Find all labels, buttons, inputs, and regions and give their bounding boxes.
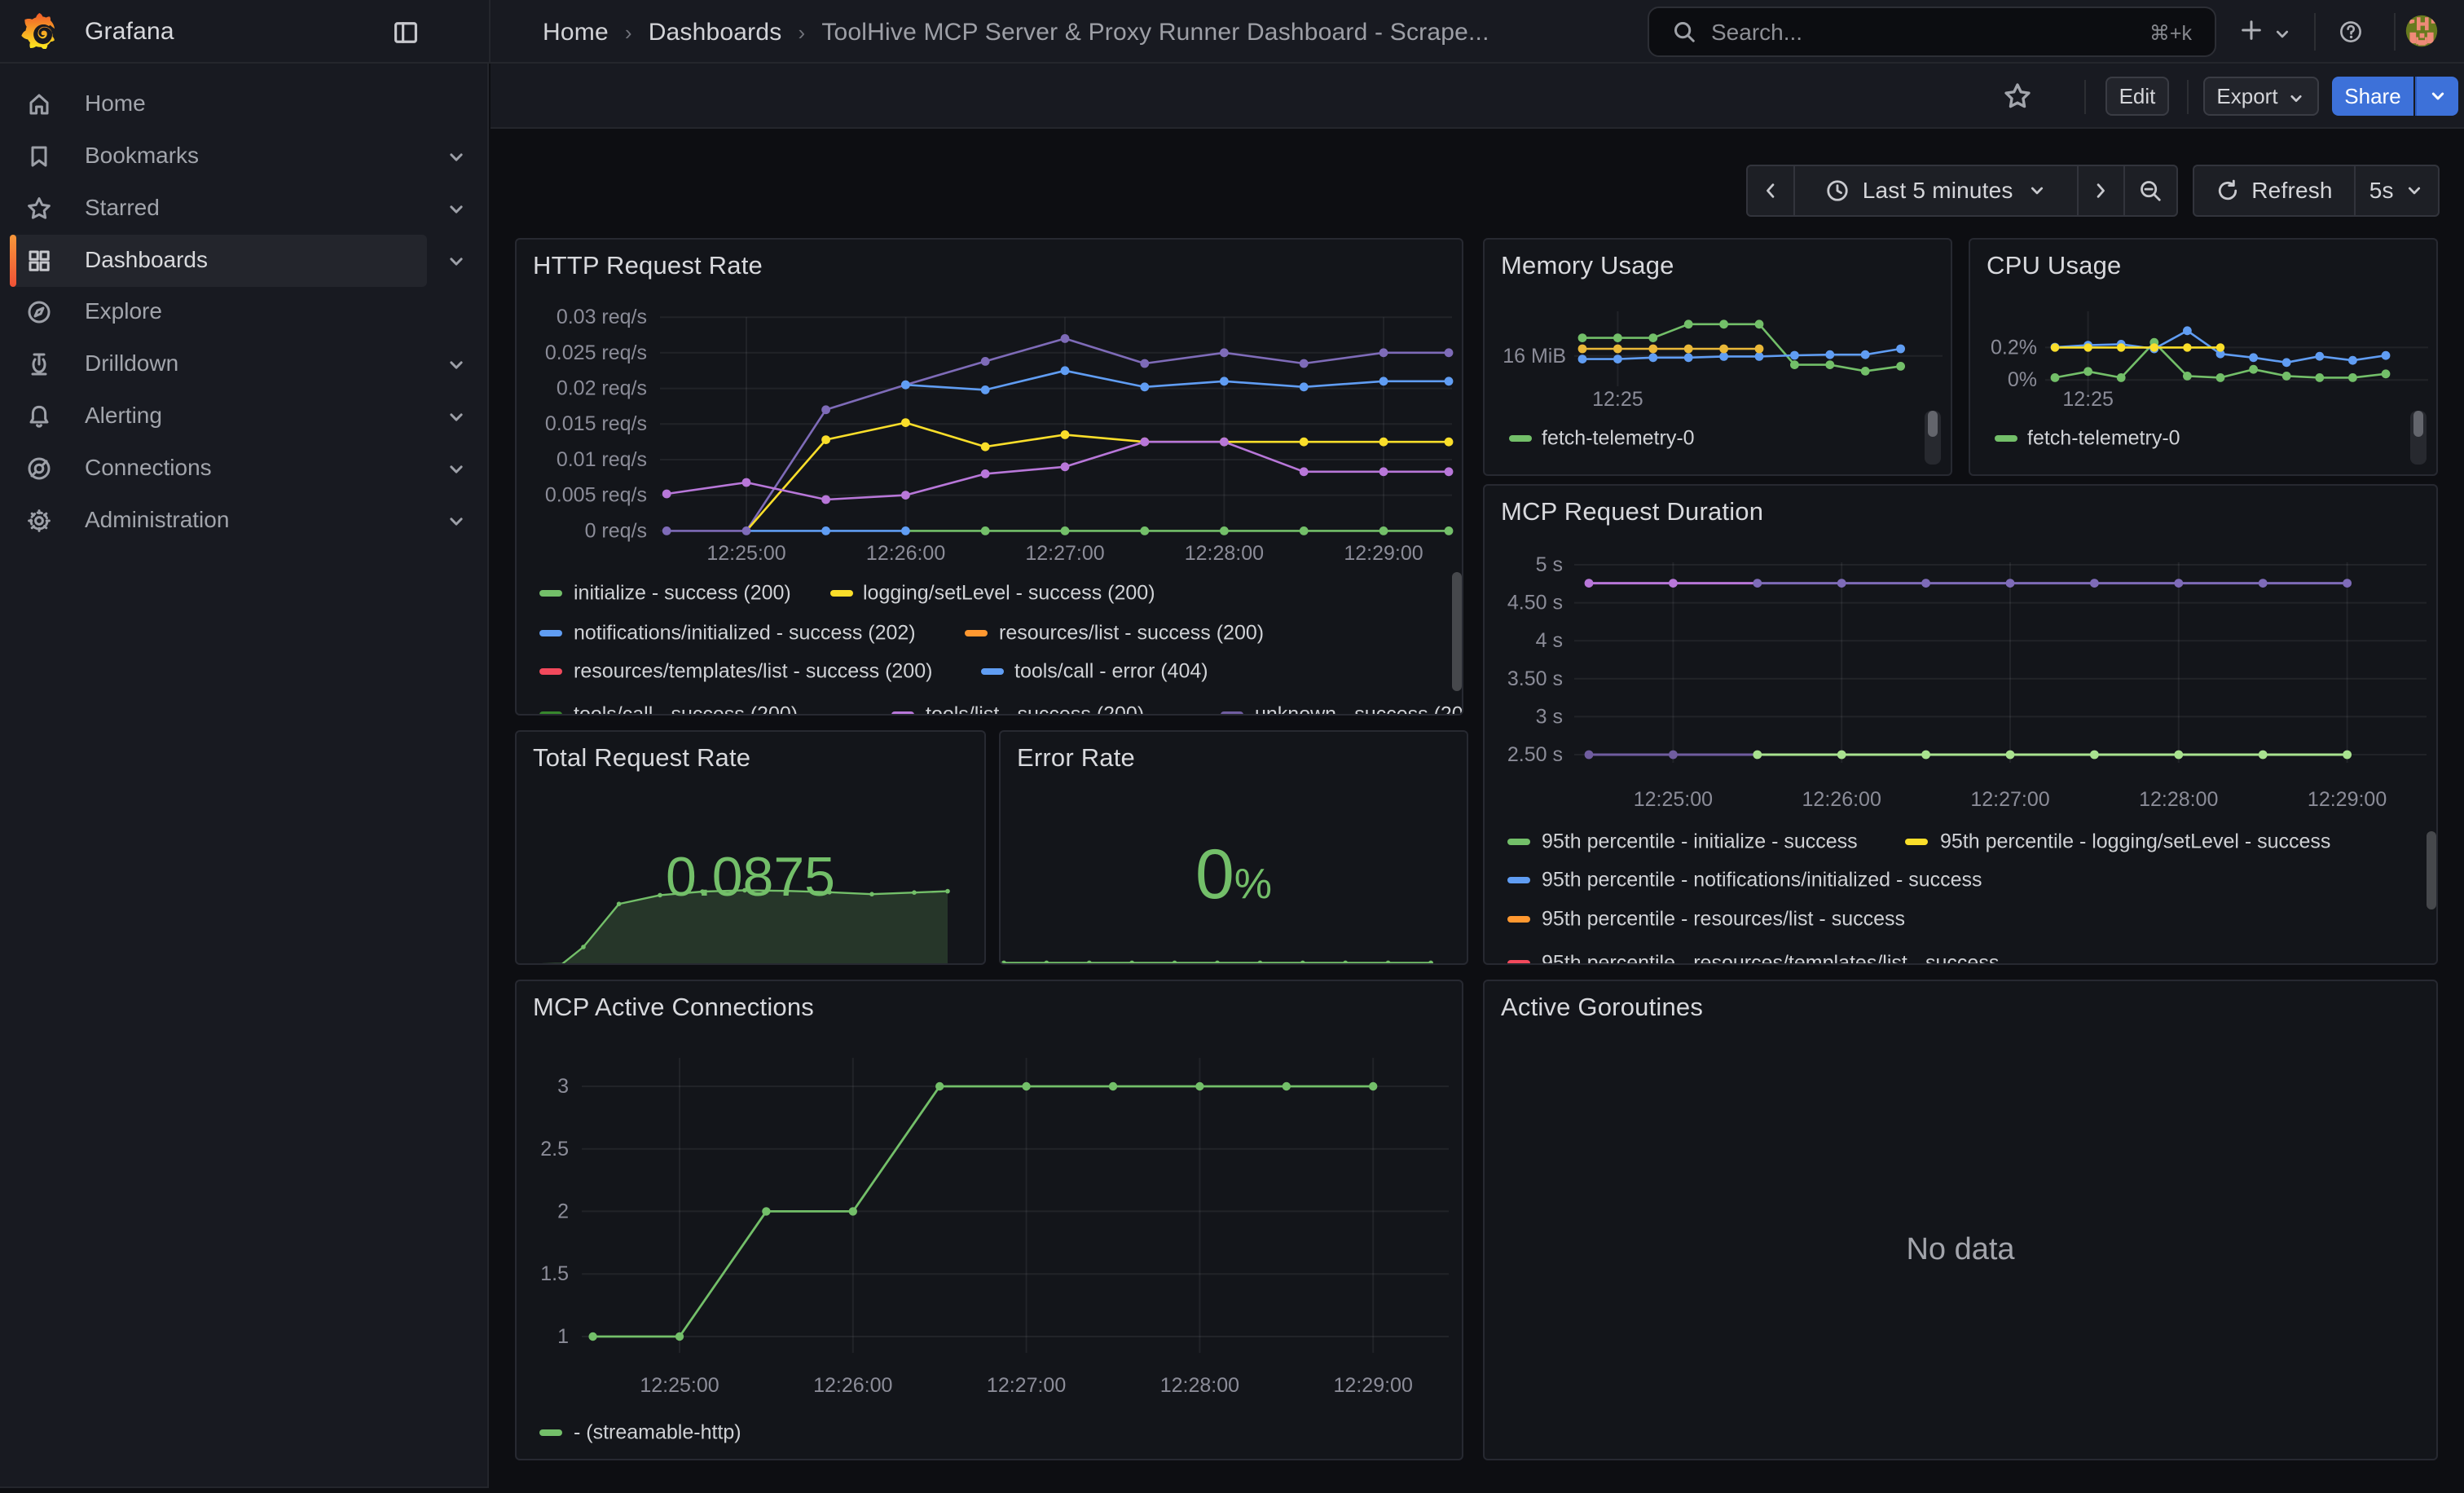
svg-text:1.5: 1.5 [540,1262,569,1285]
svg-text:0.2%: 0.2% [1991,336,2037,359]
svg-text:12:29:00: 12:29:00 [1344,542,1423,565]
svg-text:12:26:00: 12:26:00 [866,542,945,565]
svg-text:0.01 req/s: 0.01 req/s [557,448,647,471]
svg-text:0 req/s: 0 req/s [585,519,647,542]
svg-text:16 MiB: 16 MiB [1503,345,1566,368]
svg-text:12:27:00: 12:27:00 [1025,542,1104,565]
svg-text:2: 2 [557,1200,569,1222]
svg-text:4.50 s: 4.50 s [1507,592,1563,614]
svg-text:12:26:00: 12:26:00 [813,1374,892,1397]
svg-text:12:29:00: 12:29:00 [1334,1374,1413,1397]
svg-text:0.025 req/s: 0.025 req/s [545,341,647,364]
svg-text:2.50 s: 2.50 s [1507,743,1563,766]
svg-text:0.015 req/s: 0.015 req/s [545,412,647,435]
svg-text:0.005 req/s: 0.005 req/s [545,484,647,507]
svg-text:12:28:00: 12:28:00 [2139,788,2218,811]
svg-text:1: 1 [557,1325,569,1348]
svg-text:12:28:00: 12:28:00 [1185,542,1264,565]
svg-text:12:29:00: 12:29:00 [2308,788,2387,811]
svg-text:3.50 s: 3.50 s [1507,667,1563,690]
svg-text:0%: 0% [2008,368,2037,391]
svg-text:4 s: 4 s [1536,629,1563,652]
svg-text:12:25:00: 12:25:00 [706,542,785,565]
svg-text:12:25: 12:25 [2062,388,2114,411]
svg-text:12:27:00: 12:27:00 [987,1374,1066,1397]
svg-text:3: 3 [557,1075,569,1098]
svg-text:12:28:00: 12:28:00 [1160,1374,1239,1397]
svg-text:2.5: 2.5 [540,1138,569,1160]
svg-text:12:25: 12:25 [1592,388,1643,411]
svg-text:12:25:00: 12:25:00 [640,1374,719,1397]
svg-text:12:26:00: 12:26:00 [1802,788,1881,811]
svg-text:0.03 req/s: 0.03 req/s [557,306,647,328]
svg-text:12:27:00: 12:27:00 [1970,788,2049,811]
svg-text:5 s: 5 s [1536,553,1563,576]
svg-text:3 s: 3 s [1536,705,1563,728]
svg-text:12:25:00: 12:25:00 [1634,788,1713,811]
svg-text:0.02 req/s: 0.02 req/s [557,377,647,400]
